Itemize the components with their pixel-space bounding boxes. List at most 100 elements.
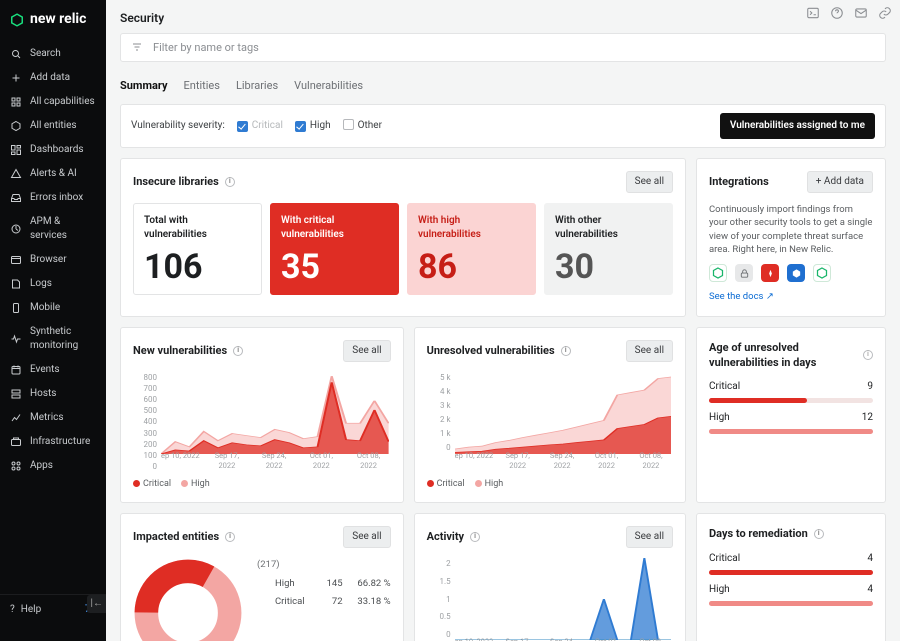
sidebar-item-search[interactable]: Search — [0, 42, 106, 66]
impacted-card: Impacted entitiesi See all (217) High145… — [120, 513, 404, 641]
sidebar-item-apps[interactable]: Apps — [0, 454, 106, 478]
sidebar-item-label: Search — [30, 47, 61, 61]
main: Security Filter by name or tags SummaryE… — [106, 0, 900, 641]
integrations-card: Integrations + Add data Continuously imp… — [696, 158, 886, 317]
nr-icon-2[interactable] — [813, 264, 831, 282]
tile-label: With critical vulnerabilities — [281, 214, 388, 242]
events-icon — [10, 364, 22, 376]
help-label: Help — [21, 603, 41, 617]
tile-value: 86 — [418, 250, 525, 284]
sidebar-item-metrics[interactable]: Metrics — [0, 406, 106, 430]
sidebar-item-label: Alerts & AI — [30, 167, 77, 181]
apps-icon — [10, 460, 22, 472]
sidebar-item-label: Events — [30, 363, 60, 377]
assigned-to-me-button[interactable]: Vulnerabilities assigned to me — [720, 113, 875, 139]
nr-icon[interactable] — [709, 264, 727, 282]
content: Vulnerability severity: Critical High Ot… — [106, 94, 900, 641]
sev-critical-checkbox[interactable]: Critical — [237, 119, 283, 133]
sidebar-item-label: Infrastructure — [30, 435, 90, 449]
lock-icon[interactable] — [735, 264, 753, 282]
age-title: Age of unresolved vulnerabilities in day… — [709, 340, 849, 371]
sidebar-item-synthetic-monitoring[interactable]: Synthetic monitoring — [0, 320, 106, 358]
page-title: Security — [106, 0, 900, 33]
metrics-icon — [10, 412, 22, 424]
help-link[interactable]: ? Help — [10, 603, 41, 617]
hosts-icon — [10, 388, 22, 400]
activity-title: Activity — [427, 529, 465, 544]
sidebar-item-label: Logs — [30, 277, 52, 291]
sidebar-item-dashboards[interactable]: Dashboards — [0, 138, 106, 162]
info-icon[interactable]: i — [814, 529, 824, 539]
tile-value: 35 — [281, 250, 388, 284]
unresolved-card: Unresolved vulnerabilitiesi See all 5 k4… — [414, 327, 686, 504]
sidebar-item-infrastructure[interactable]: Infrastructure — [0, 430, 106, 454]
sidebar-item-all-capabilities[interactable]: All capabilities — [0, 90, 106, 114]
sidebar-item-label: All capabilities — [30, 95, 95, 109]
apm-icon — [10, 223, 22, 235]
sidebar-item-label: Metrics — [30, 411, 64, 425]
sidebar-item-label: APM & services — [30, 215, 96, 243]
brand-hex-icon — [10, 13, 24, 27]
sidebar-item-label: Mobile — [30, 301, 60, 315]
stat-tile[interactable]: With critical vulnerabilities 35 — [270, 203, 399, 295]
sidebar-item-label: Errors inbox — [30, 191, 83, 205]
add-data-button[interactable]: + Add data — [807, 171, 873, 193]
remediation-card: Days to remediationi Critical4High4 — [696, 513, 886, 641]
tile-value: 106 — [144, 250, 251, 284]
integrations-title: Integrations — [709, 174, 769, 189]
filter-icon — [131, 41, 143, 53]
stat-tile[interactable]: With high vulnerabilities86 — [407, 203, 536, 295]
hex-icon — [10, 120, 22, 132]
see-all-button[interactable]: See all — [626, 171, 673, 193]
brand-logo[interactable]: new relic — [0, 0, 106, 38]
collapse-sidebar-icon[interactable]: |← — [87, 595, 107, 613]
sidebar-item-hosts[interactable]: Hosts — [0, 382, 106, 406]
see-all-button[interactable]: See all — [626, 526, 673, 548]
info-icon[interactable]: i — [225, 532, 235, 542]
sidebar-item-all-entities[interactable]: All entities — [0, 114, 106, 138]
grid-icon — [10, 96, 22, 108]
sev-other-checkbox[interactable]: Other — [343, 119, 382, 133]
sidebar-item-label: Dashboards — [30, 143, 84, 157]
info-icon[interactable]: i — [863, 350, 873, 360]
sidebar-item-label: All entities — [30, 119, 77, 133]
sidebar-item-mobile[interactable]: Mobile — [0, 296, 106, 320]
dependabot-icon[interactable] — [787, 264, 805, 282]
see-all-button[interactable]: See all — [626, 340, 673, 362]
sidebar-nav: Search Add data All capabilities All entiti… — [0, 38, 106, 594]
info-icon[interactable]: i — [561, 346, 571, 356]
sev-other-label: Other — [358, 120, 382, 131]
insecure-libraries-card: Insecure librariesi See all Total with v… — [120, 158, 686, 317]
sidebar: new relic Search Add data All capabilities… — [0, 0, 106, 641]
sidebar-item-browser[interactable]: Browser — [0, 248, 106, 272]
sidebar-item-errors-inbox[interactable]: Errors inbox — [0, 186, 106, 210]
integrations-blurb: Continuously import findings from your o… — [709, 203, 873, 256]
sidebar-item-label: Synthetic monitoring — [30, 325, 96, 353]
tile-label: With other vulnerabilities — [555, 214, 662, 242]
tile-label: Total with vulnerabilities — [144, 214, 251, 242]
sev-critical-label: Critical — [252, 120, 283, 131]
sidebar-item-apm-services[interactable]: APM & services — [0, 210, 106, 248]
snyk-icon[interactable] — [761, 264, 779, 282]
sidebar-item-logs[interactable]: Logs — [0, 272, 106, 296]
mobile-icon — [10, 302, 22, 314]
see-all-button[interactable]: See all — [343, 340, 390, 362]
sidebar-item-events[interactable]: Events — [0, 358, 106, 382]
sidebar-item-add-data[interactable]: Add data — [0, 66, 106, 90]
stat-tile[interactable]: With other vulnerabilities30 — [544, 203, 673, 295]
info-icon[interactable]: i — [225, 177, 235, 187]
dashboard-icon — [10, 144, 22, 156]
see-docs-link[interactable]: See the docs ↗ — [709, 291, 774, 302]
severity-row: Vulnerability severity: Critical High Ot… — [120, 104, 886, 148]
info-icon[interactable]: i — [470, 532, 480, 542]
sidebar-item-label: Add data — [30, 71, 70, 85]
sev-high-checkbox[interactable]: High — [295, 119, 331, 133]
stat-tile[interactable]: Total with vulnerabilities 106 — [133, 203, 262, 295]
see-all-button[interactable]: See all — [343, 526, 390, 548]
info-icon[interactable]: i — [233, 346, 243, 356]
filter-bar[interactable]: Filter by name or tags — [120, 33, 886, 62]
new-vuln-chart: 8007006005004003002001000ep 10, 2022Sep … — [133, 372, 391, 472]
logs-icon — [10, 278, 22, 290]
brand-name: new relic — [30, 10, 86, 30]
sidebar-item-alerts-ai[interactable]: Alerts & AI — [0, 162, 106, 186]
